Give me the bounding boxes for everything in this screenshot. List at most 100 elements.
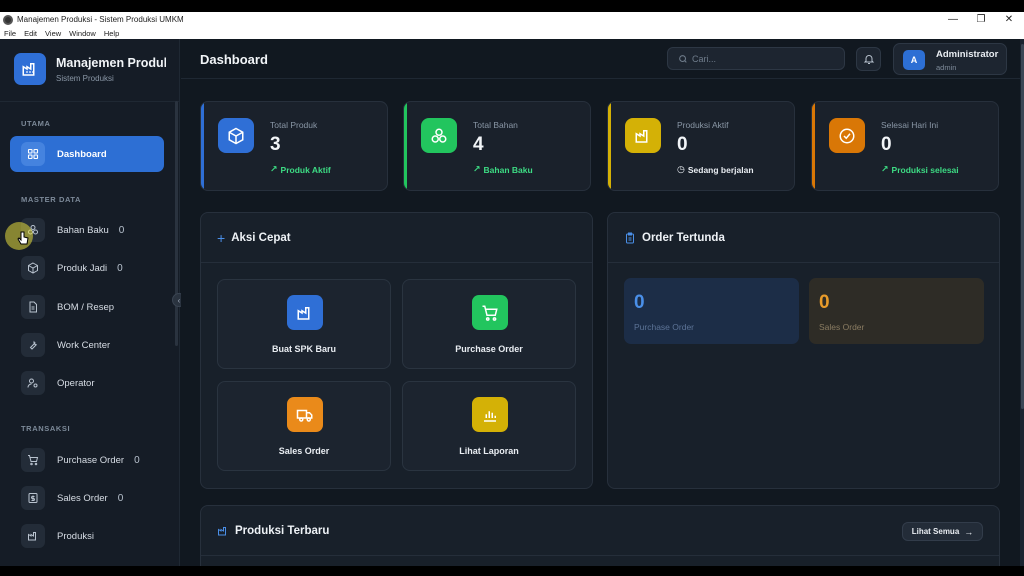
- action-buat-spk[interactable]: Buat SPK Baru: [217, 279, 391, 369]
- stat-accent: [812, 102, 815, 190]
- cart-icon: [21, 448, 45, 472]
- sidebar-item-label: Produk Jadi: [57, 262, 108, 274]
- bell-icon: [863, 53, 875, 65]
- box-icon: [21, 256, 45, 280]
- section-label-utama: UTAMA: [21, 119, 51, 128]
- pending-sales-order[interactable]: 0 Sales Order: [809, 278, 984, 344]
- search-icon: [678, 54, 688, 64]
- quick-actions-panel: + Aksi Cepat Buat SPK Baru Purchase Orde…: [200, 212, 593, 489]
- view-all-label: Lihat Semua: [911, 527, 960, 536]
- order-label: Purchase Order: [634, 322, 694, 332]
- sidebar-item-dashboard[interactable]: Dashboard: [10, 136, 164, 172]
- sidebar-item-sales-order[interactable]: Sales Order 0: [10, 480, 164, 516]
- document-icon: [21, 295, 45, 319]
- pending-orders-panel: Order Tertunda 0 Purchase Order 0 Sales …: [607, 212, 1000, 489]
- trend-up-icon: ↗: [270, 164, 278, 174]
- sidebar-item-purchase-order[interactable]: Purchase Order 0: [10, 442, 164, 478]
- topbar: Dashboard Cari... A Administrator admin: [181, 39, 1024, 79]
- menu-edit[interactable]: Edit: [24, 29, 37, 38]
- stat-value: 3: [270, 134, 281, 155]
- page-title: Dashboard: [200, 52, 268, 67]
- brand-subtitle: Sistem Produksi: [56, 73, 114, 83]
- panel-header: + Aksi Cepat: [201, 213, 592, 263]
- app-root: Manajemen Produksi Sistem Produksi UTAMA…: [0, 39, 1024, 566]
- factory-logo-icon: [14, 53, 46, 85]
- action-sales-order[interactable]: Sales Order: [217, 381, 391, 471]
- sidebar-item-label: Purchase Order: [57, 454, 125, 466]
- bar-chart-icon: [472, 397, 508, 432]
- recent-production-panel: Produksi Terbaru Lihat Semua →: [200, 505, 1000, 566]
- sidebar-item-work-center[interactable]: Work Center: [10, 327, 164, 363]
- user-menu[interactable]: A Administrator admin: [893, 43, 1007, 75]
- sidebar: Manajemen Produksi Sistem Produksi UTAMA…: [0, 39, 180, 566]
- clock-icon: ◷: [677, 164, 685, 174]
- stat-accent: [608, 102, 611, 190]
- cart-icon: [472, 295, 508, 330]
- action-label: Sales Order: [278, 446, 330, 456]
- action-lihat-laporan[interactable]: Lihat Laporan: [402, 381, 576, 471]
- section-label-master: MASTER DATA: [21, 195, 82, 204]
- cubes-icon: [421, 118, 457, 153]
- dollar-icon: [21, 486, 45, 510]
- grid-icon: [21, 142, 45, 166]
- sidebar-scrollbar[interactable]: [175, 101, 178, 346]
- trend-up-icon: ↗: [473, 164, 481, 174]
- restore-button[interactable]: ❐: [967, 12, 995, 27]
- order-count: 0: [819, 292, 830, 313]
- sidebar-item-operator[interactable]: Operator: [10, 365, 164, 401]
- sidebar-item-label: Work Center: [57, 339, 111, 351]
- sidebar-item-count: 0: [117, 492, 124, 504]
- sidebar-item-count: 0: [134, 454, 140, 466]
- clipboard-icon: [624, 232, 636, 244]
- panel-header: Order Tertunda: [608, 213, 999, 263]
- user-role: admin: [936, 63, 957, 72]
- stat-note-text: Produk Aktif: [280, 164, 331, 175]
- stat-card-selesai-hari-ini: Selesai Hari Ini 0 ↗ Produksi selesai: [811, 101, 999, 191]
- close-button[interactable]: ✕: [995, 12, 1023, 27]
- panel-title: Order Tertunda: [642, 231, 725, 244]
- minimize-button[interactable]: —: [939, 12, 967, 27]
- stat-card-total-bahan: Total Bahan 4 ↗ Bahan Baku: [403, 101, 591, 191]
- mouse-pointer-icon: [17, 231, 29, 245]
- factory-icon: [217, 525, 229, 537]
- stat-card-produksi-aktif: Produksi Aktif 0 ◷ Sedang berjalan: [607, 101, 795, 191]
- sidebar-item-bahan-baku[interactable]: Bahan Baku 0: [10, 212, 164, 248]
- check-circle-icon: [829, 118, 865, 153]
- sidebar-item-label: BOM / Resep: [57, 301, 115, 313]
- stat-note: ◷ Sedang berjalan: [677, 164, 754, 175]
- plus-icon: +: [217, 229, 226, 246]
- panel-title: Produksi Terbaru: [235, 524, 330, 537]
- user-gear-icon: [21, 371, 45, 395]
- panel-title: Aksi Cepat: [231, 231, 291, 244]
- main-content: Dashboard Cari... A Administrator admin: [181, 39, 1024, 566]
- brand[interactable]: Manajemen Produksi Sistem Produksi: [14, 53, 166, 85]
- menu-window[interactable]: Window: [69, 29, 96, 38]
- wrench-icon: [21, 333, 45, 357]
- sidebar-item-produksi[interactable]: Produksi: [10, 518, 164, 554]
- stat-accent: [201, 102, 204, 190]
- stat-label: Produksi Aktif: [677, 120, 729, 130]
- stat-value: 0: [881, 134, 892, 155]
- box-icon: [218, 118, 254, 153]
- sidebar-item-label: Dashboard: [57, 148, 107, 160]
- order-label: Sales Order: [819, 322, 865, 332]
- search-input[interactable]: Cari...: [667, 47, 845, 70]
- notification-button[interactable]: [856, 47, 881, 71]
- stat-label: Selesai Hari Ini: [881, 120, 939, 130]
- stat-label: Total Bahan: [473, 120, 518, 130]
- action-label: Purchase Order: [455, 344, 523, 354]
- window-titlebar: Manajemen Produksi - Sistem Produksi UMK…: [0, 12, 1024, 27]
- sidebar-item-bom-resep[interactable]: BOM / Resep: [10, 289, 164, 325]
- menu-help[interactable]: Help: [104, 29, 119, 38]
- menu-view[interactable]: View: [45, 29, 61, 38]
- action-purchase-order[interactable]: Purchase Order: [402, 279, 576, 369]
- view-all-button[interactable]: Lihat Semua →: [902, 522, 983, 541]
- brand-divider: [0, 101, 180, 102]
- menu-file[interactable]: File: [4, 29, 16, 38]
- sidebar-item-produk-jadi[interactable]: Produk Jadi 0: [10, 250, 164, 286]
- stat-note-text: Produksi selesai: [891, 164, 959, 175]
- stat-card-total-produk: Total Produk 3 ↗ Produk Aktif: [200, 101, 388, 191]
- pending-purchase-order[interactable]: 0 Purchase Order: [624, 278, 799, 344]
- bottom-edge: [0, 566, 1024, 576]
- truck-icon: [287, 397, 323, 432]
